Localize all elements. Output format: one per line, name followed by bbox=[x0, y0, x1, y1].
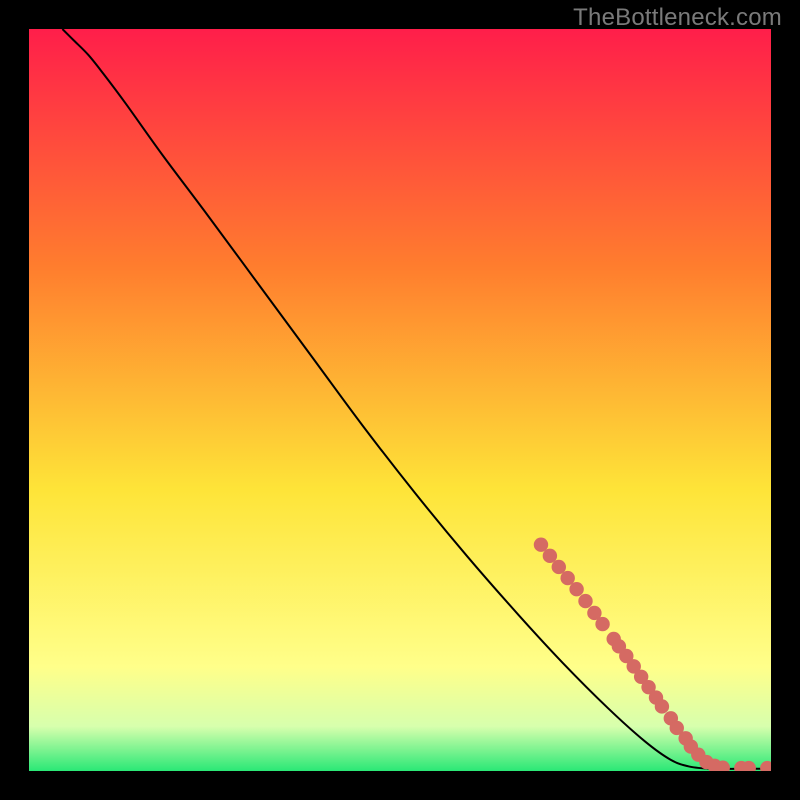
gradient-background bbox=[29, 29, 771, 771]
data-marker bbox=[560, 571, 574, 585]
data-marker bbox=[534, 537, 548, 551]
chart-svg bbox=[29, 29, 771, 771]
plot-area bbox=[29, 29, 771, 771]
data-marker bbox=[552, 560, 566, 574]
data-marker bbox=[578, 594, 592, 608]
data-marker bbox=[569, 582, 583, 596]
data-marker bbox=[543, 549, 557, 563]
chart-frame: TheBottleneck.com bbox=[0, 0, 800, 800]
data-marker bbox=[655, 699, 669, 713]
attribution-text: TheBottleneck.com bbox=[573, 4, 782, 32]
data-marker bbox=[595, 617, 609, 631]
